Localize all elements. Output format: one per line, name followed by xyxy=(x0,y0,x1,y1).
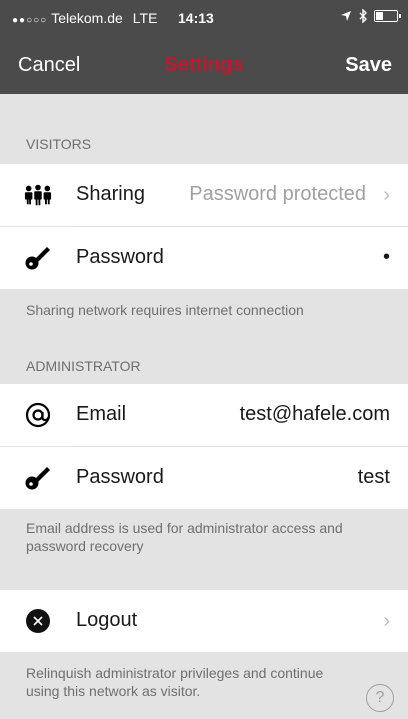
battery-icon xyxy=(374,10,401,22)
logout-note: Relinquish administrator privileges and … xyxy=(26,665,324,699)
email-row[interactable]: Email test@hafele.com xyxy=(0,384,408,446)
email-label: Email xyxy=(76,403,127,425)
visitors-section-header: VISITORS xyxy=(26,136,92,152)
sharing-label: Sharing xyxy=(76,183,145,205)
visitor-password-row[interactable]: Password • xyxy=(0,227,408,289)
bluetooth-icon xyxy=(359,9,367,23)
at-sign-icon xyxy=(24,401,52,429)
status-bar: ●●○○○ Telekom.de LTE 14:13 xyxy=(0,0,408,40)
network-label: LTE xyxy=(132,10,158,26)
logout-label: Logout xyxy=(76,609,138,631)
key-icon xyxy=(24,244,52,272)
key-icon xyxy=(24,464,52,492)
admin-password-value[interactable]: test xyxy=(358,466,390,489)
save-button[interactable]: Save xyxy=(345,54,392,77)
help-button[interactable]: ? xyxy=(366,684,394,712)
email-value[interactable]: test@hafele.com xyxy=(240,403,390,426)
administrator-section-header: ADMINISTRATOR xyxy=(26,358,141,374)
location-arrow-icon xyxy=(341,11,351,21)
administrator-note: Email address is used for administrator … xyxy=(26,520,343,554)
status-right xyxy=(340,9,401,23)
chevron-right-icon: › xyxy=(383,610,390,632)
visitors-note: Sharing network requires internet connec… xyxy=(26,302,304,318)
clock: 14:13 xyxy=(178,10,214,26)
sharing-row[interactable]: Sharing Password protected › xyxy=(0,164,408,226)
admin-password-row[interactable]: Password test xyxy=(0,447,408,509)
status-left: ●●○○○ Telekom.de LTE xyxy=(12,10,157,26)
people-icon xyxy=(24,181,52,209)
visitor-password-label: Password xyxy=(76,246,164,268)
logout-row[interactable]: Logout › xyxy=(0,590,408,652)
visitor-password-value[interactable]: • xyxy=(383,246,390,269)
signal-strength-icon: ●●○○○ xyxy=(12,15,48,26)
chevron-right-icon: › xyxy=(383,184,390,206)
close-circle-icon xyxy=(24,607,52,635)
sharing-value: Password protected xyxy=(189,183,366,205)
navigation-bar: Cancel Settings Save xyxy=(0,40,408,94)
carrier-label: Telekom.de xyxy=(51,10,123,26)
admin-password-label: Password xyxy=(76,466,164,488)
